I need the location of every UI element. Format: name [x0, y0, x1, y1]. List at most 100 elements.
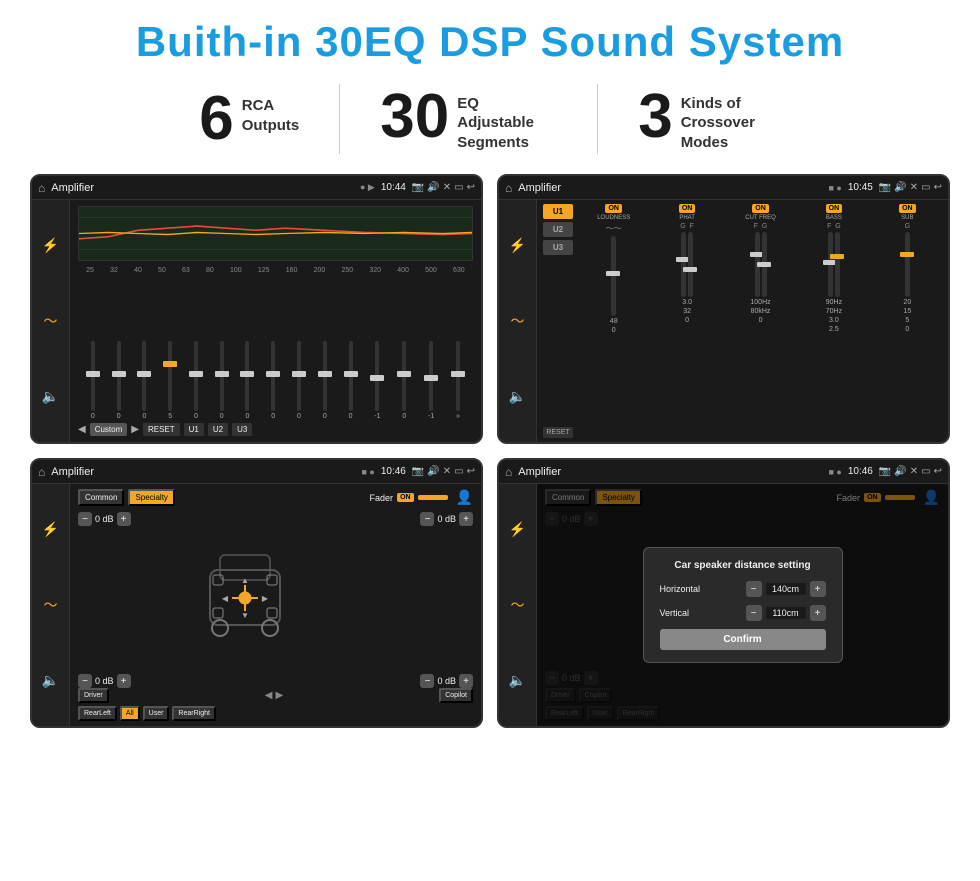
eq-screen: ⌂ Amplifier ● ▶ 10:44 📷 🔊 ✕ ▭ ↩ ⚡ 〜 🔈 [30, 174, 483, 444]
bass-slider-2[interactable] [835, 232, 840, 297]
dialog-title: Car speaker distance setting [660, 560, 826, 571]
user-btn[interactable]: User [143, 706, 170, 721]
speaker-icon-3: 🔈 [42, 672, 59, 689]
fl-plus[interactable]: + [117, 512, 131, 526]
slider-9[interactable]: 0 [297, 341, 301, 420]
vertical-plus[interactable]: + [810, 605, 826, 621]
slider-7[interactable]: 0 [245, 341, 249, 420]
back-icon: ↩ [467, 182, 475, 193]
fader-common-tab[interactable]: Common [78, 489, 124, 506]
vertical-val: 110cm [766, 607, 806, 619]
bass-slider-1[interactable] [828, 232, 833, 297]
car-diagram-area: ▲ ▼ ◀ ▶ [78, 532, 412, 668]
fr-minus[interactable]: − [420, 512, 434, 526]
stats-row: 6 RCAOutputs 30 EQ AdjustableSegments 3 … [30, 84, 950, 154]
close-icon-2: ✕ [910, 182, 918, 193]
cross-sub: ON SUB G 20 15 5 0 [873, 204, 942, 438]
slider-6[interactable]: 0 [220, 341, 224, 420]
cross-u2[interactable]: U2 [543, 222, 573, 237]
eq-content: ⚡ 〜 🔈 [32, 200, 481, 442]
eq-curve-svg [79, 207, 472, 260]
right-arrow[interactable]: ▶ [275, 690, 283, 701]
volume-icon-2: 🔊 [894, 182, 906, 193]
phat-slider-2[interactable] [688, 232, 693, 297]
copilot-btn[interactable]: Copilot [439, 688, 473, 703]
eq-title: Amplifier [51, 182, 354, 194]
slider-2[interactable]: 0 [117, 341, 121, 420]
dist-topbar: ⌂ Amplifier ■ ● 10:46 📷 🔊 ✕ ▭ ↩ [499, 460, 948, 484]
rearright-btn[interactable]: RearRight [172, 706, 216, 721]
fr-plus[interactable]: + [459, 512, 473, 526]
rl-minus[interactable]: − [78, 674, 92, 688]
horizontal-plus[interactable]: + [810, 581, 826, 597]
eq-prev[interactable]: ◀ [78, 424, 86, 435]
svg-text:▲: ▲ [241, 576, 249, 585]
rr-val: 0 dB [437, 676, 456, 686]
slider-14[interactable]: -1 [428, 341, 434, 420]
back-icon-2: ↩ [934, 182, 942, 193]
cutfreq-slider-2[interactable] [762, 232, 767, 297]
cross-u3[interactable]: U3 [543, 240, 573, 255]
slider-3[interactable]: 0 [142, 341, 146, 420]
all-btn[interactable]: All [120, 706, 140, 721]
slider-12[interactable]: -1 [374, 341, 380, 420]
cross-time: 10:45 [848, 182, 873, 193]
fader-slider[interactable] [418, 495, 448, 500]
slider-10[interactable]: 0 [323, 341, 327, 420]
sub-slider[interactable] [905, 232, 910, 297]
phat-slider-1[interactable] [681, 232, 686, 297]
cross-reset[interactable]: RESET [543, 427, 573, 438]
eq-custom-btn[interactable]: Custom [90, 423, 128, 436]
slider-11[interactable]: 0 [349, 341, 353, 420]
slider-1[interactable]: 0 [91, 341, 95, 420]
fader-top-row: Common Specialty Fader ON 👤 [78, 489, 473, 506]
loudness-slider[interactable] [611, 236, 616, 316]
dialog-horizontal-row: Horizontal − 140cm + [660, 581, 826, 597]
fader-arrows: ◀ ▶ [112, 690, 437, 701]
eq-reset-btn[interactable]: RESET [143, 423, 180, 436]
driver-btn[interactable]: Driver [78, 688, 109, 703]
slider-13[interactable]: 0 [402, 341, 406, 420]
horizontal-control: − 140cm + [746, 581, 826, 597]
fader-content: ⚡ 〜 🔈 Common Specialty Fader ON 👤 [32, 484, 481, 726]
wave-icon: 〜 [44, 311, 58, 331]
rr-minus[interactable]: − [420, 674, 434, 688]
eq-next[interactable]: ▶ [131, 424, 139, 435]
fl-minus[interactable]: − [78, 512, 92, 526]
eq-u2-btn[interactable]: U2 [208, 423, 228, 436]
back-icon-3: ↩ [467, 466, 475, 477]
horizontal-minus[interactable]: − [746, 581, 762, 597]
slider-15[interactable]: » [456, 341, 460, 420]
rr-plus[interactable]: + [459, 674, 473, 688]
slider-5[interactable]: 0 [194, 341, 198, 420]
loudness-on: ON [605, 204, 622, 213]
stat-eq-label: EQ AdjustableSegments [457, 86, 557, 153]
rl-plus[interactable]: + [117, 674, 131, 688]
cross-topbar: ⌂ Amplifier ■ ● 10:45 📷 🔊 ✕ ▭ ↩ [499, 176, 948, 200]
camera-icon-2: 📷 [879, 182, 891, 193]
dist-topbar-icons: 📷 🔊 ✕ ▭ ↩ [879, 466, 942, 477]
eq-freq-labels: 25 32 40 50 63 80 100 125 160 200 250 32… [78, 267, 473, 274]
slider-4[interactable]: 5 [168, 341, 172, 420]
home-icon: ⌂ [38, 181, 45, 195]
minimize-icon-3: ▭ [454, 466, 463, 477]
fader-right-panel: − 0 dB + − 0 dB + [420, 512, 473, 688]
dot-icons-2: ■ ● [828, 183, 841, 193]
eq-main: 25 32 40 50 63 80 100 125 160 200 250 32… [70, 200, 481, 442]
fader-specialty-tab[interactable]: Specialty [128, 489, 174, 506]
eq-topbar: ⌂ Amplifier ● ▶ 10:44 📷 🔊 ✕ ▭ ↩ [32, 176, 481, 200]
eq-u1-btn[interactable]: U1 [184, 423, 204, 436]
slider-8[interactable]: 0 [271, 341, 275, 420]
cutfreq-on: ON [752, 204, 769, 213]
stat-rca-number: 6 [199, 88, 233, 150]
minimize-icon-2: ▭ [921, 182, 930, 193]
left-arrow[interactable]: ◀ [265, 690, 273, 701]
fader-fr-row: − 0 dB + [420, 512, 473, 526]
page-wrapper: Buith-in 30EQ DSP Sound System 6 RCAOutp… [0, 0, 980, 746]
confirm-button[interactable]: Confirm [660, 629, 826, 650]
vertical-minus[interactable]: − [746, 605, 762, 621]
fader-topbar-icons: 📷 🔊 ✕ ▭ ↩ [412, 466, 475, 477]
cross-u1[interactable]: U1 [543, 204, 573, 219]
rearleft-btn[interactable]: RearLeft [78, 706, 117, 721]
eq-u3-btn[interactable]: U3 [232, 423, 252, 436]
